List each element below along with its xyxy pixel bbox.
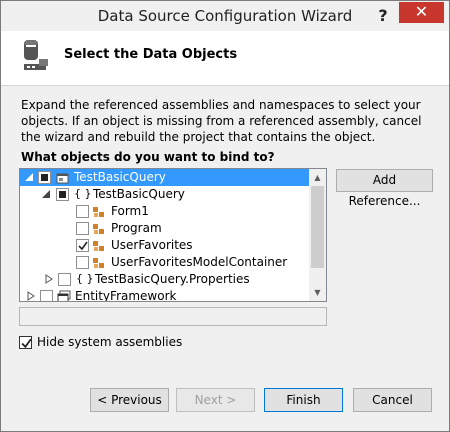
tree-item-checkbox[interactable] xyxy=(38,171,51,184)
tree-item-checkbox[interactable] xyxy=(58,273,71,286)
tree-item-program[interactable]: Program xyxy=(20,220,309,237)
hide-system-assemblies-label: Hide system assemblies xyxy=(37,335,183,349)
wizard-window: Data Source Configuration Wizard ? ✕ Sel… xyxy=(0,0,450,432)
scrollbar-thumb[interactable] xyxy=(311,186,324,268)
data-objects-tree[interactable]: TestBasicQuery { } TestBasicQuery Form1 … xyxy=(19,168,327,302)
namespace-icon: { } xyxy=(76,272,94,285)
checkmark-icon xyxy=(78,241,88,251)
class-icon xyxy=(93,241,104,251)
help-button[interactable]: ? xyxy=(370,4,396,28)
tree-item-testbasicquery-namespace[interactable]: { } TestBasicQuery xyxy=(20,186,309,203)
next-button[interactable]: Next > xyxy=(176,388,255,412)
tree-item-testbasicquery-assembly[interactable]: TestBasicQuery xyxy=(20,169,309,186)
scroll-down-icon[interactable]: ▼ xyxy=(309,284,326,301)
add-reference-label: Add Reference... xyxy=(348,173,421,208)
tree-item-entityframework[interactable]: EntityFramework xyxy=(20,288,309,302)
checkmark-icon xyxy=(21,338,32,349)
close-button[interactable]: ✕ xyxy=(399,2,444,23)
cancel-button[interactable]: Cancel xyxy=(353,388,432,412)
tree-item-label: TestBasicQuery.Properties xyxy=(95,272,250,286)
wizard-footer: < Previous Next > Finish Cancel xyxy=(1,368,449,431)
tree-item-checkbox[interactable] xyxy=(76,205,89,218)
class-icon xyxy=(93,207,104,217)
tree-label: What objects do you want to bind to? xyxy=(21,150,275,164)
previous-button[interactable]: < Previous xyxy=(90,388,169,412)
class-icon xyxy=(93,224,104,234)
expanded-arrow-icon[interactable] xyxy=(25,172,34,182)
reference-icon xyxy=(57,290,71,301)
tree-item-checkbox[interactable] xyxy=(76,222,89,235)
tree-item-testbasicquery-properties[interactable]: { } TestBasicQuery.Properties xyxy=(20,271,309,288)
tree-item-checkbox[interactable] xyxy=(76,256,89,269)
tree-item-label: UserFavoritesModelContainer xyxy=(111,255,288,269)
collapsed-arrow-icon[interactable] xyxy=(27,291,36,301)
page-title: Select the Data Objects xyxy=(64,47,238,62)
assembly-icon xyxy=(56,173,69,184)
tree-item-label: EntityFramework xyxy=(75,289,177,302)
class-icon xyxy=(93,258,104,268)
tree-item-userfavorites[interactable]: UserFavorites xyxy=(20,237,309,254)
wizard-header: Select the Data Objects xyxy=(1,31,449,86)
tree-item-form1[interactable]: Form1 xyxy=(20,203,309,220)
scroll-up-icon[interactable]: ▲ xyxy=(309,169,326,186)
title-bar[interactable]: Data Source Configuration Wizard ? ✕ xyxy=(1,1,449,31)
tree-item-checkbox[interactable] xyxy=(76,239,89,252)
object-description-box xyxy=(19,307,327,326)
tree-item-label: Form1 xyxy=(111,204,149,218)
tree-item-userfavoritesmodelcontainer[interactable]: UserFavoritesModelContainer xyxy=(20,254,309,271)
tree-item-label: TestBasicQuery xyxy=(74,170,166,184)
instructions-text: Expand the referenced assemblies and nam… xyxy=(21,98,422,144)
tree-item-checkbox[interactable] xyxy=(40,290,53,301)
namespace-icon: { } xyxy=(74,187,92,200)
tree-item-label: TestBasicQuery xyxy=(93,187,185,201)
expanded-arrow-icon[interactable] xyxy=(42,189,51,199)
tree-item-label: UserFavorites xyxy=(111,238,193,252)
finish-button[interactable]: Finish xyxy=(264,388,343,412)
tree-item-checkbox[interactable] xyxy=(56,188,69,201)
hide-system-assemblies-box[interactable] xyxy=(19,336,32,349)
tree-vertical-scrollbar[interactable]: ▲ ▼ xyxy=(309,169,326,301)
tree-item-label: Program xyxy=(111,221,162,235)
collapsed-arrow-icon[interactable] xyxy=(45,274,54,284)
add-reference-button[interactable]: Add Reference... xyxy=(336,169,433,208)
data-source-icon xyxy=(24,40,48,70)
